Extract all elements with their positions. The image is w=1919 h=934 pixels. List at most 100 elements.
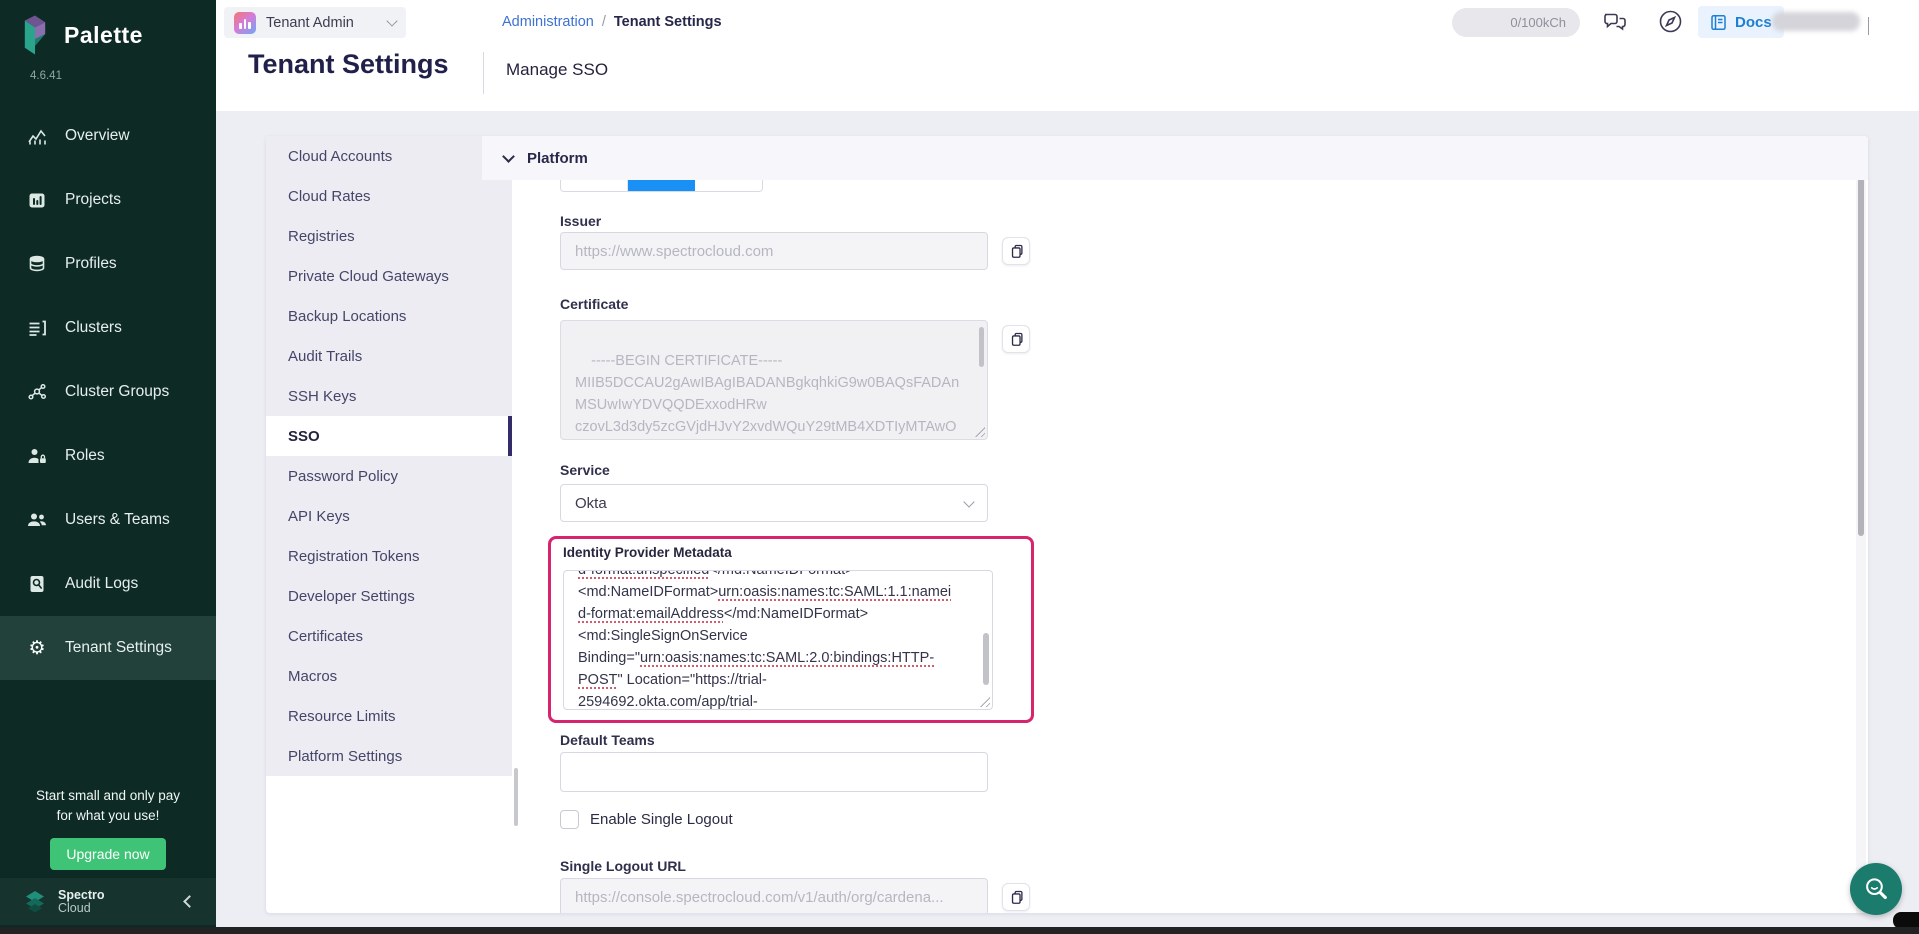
upgrade-promo: Start small and only pay for what you us… [0, 786, 216, 870]
settings-nav-platform-settings[interactable]: Platform Settings [266, 736, 512, 776]
settings-nav-ssh-keys[interactable]: SSH Keys [266, 376, 512, 416]
sidebar-item-tenant-settings[interactable]: ⚙ Tenant Settings [0, 616, 216, 680]
chart-line-icon [26, 126, 48, 146]
tenant-settings-panel: Infrastructure Cloud Accounts Cloud Rate… [266, 136, 1868, 913]
settings-nav-cloud-rates[interactable]: Cloud Rates [266, 176, 512, 216]
sidebar-item-label: Users & Teams [65, 511, 170, 529]
idp-metadata-text: d-format:unspecified</md:NameIDFormat><m… [578, 570, 972, 710]
audit-log-icon [26, 574, 48, 594]
sidebar-item-label: Profiles [65, 255, 117, 273]
sidebar-item-label: Roles [65, 447, 105, 465]
idp-metadata-scrollbar[interactable] [983, 633, 989, 685]
scope-selector[interactable]: Tenant Admin [224, 7, 406, 38]
layers-icon [26, 254, 48, 274]
user-name-redacted[interactable] [1772, 12, 1860, 31]
sidebar-item-users-teams[interactable]: Users & Teams [0, 488, 216, 552]
user-menu-chevron-icon[interactable] [1868, 17, 1869, 35]
copy-icon [1009, 890, 1024, 905]
sidebar-item-roles[interactable]: Roles [0, 424, 216, 488]
app-version: 4.6.41 [0, 56, 216, 82]
breadcrumb-administration[interactable]: Administration [502, 14, 594, 30]
spectro-cloud-brand: Spectro Cloud [58, 889, 175, 915]
sidebar-item-clusters[interactable]: Clusters [0, 296, 216, 360]
settings-nav-certificates[interactable]: Certificates [266, 616, 512, 656]
settings-nav-api-keys[interactable]: API Keys [266, 496, 512, 536]
idp-metadata-highlight-box: Identity Provider Metadata d-format:unsp… [548, 536, 1034, 723]
single-logout-url-label: Single Logout URL [560, 858, 686, 874]
docs-label: Docs [1735, 14, 1772, 31]
collapse-sidebar-icon[interactable] [183, 895, 196, 908]
sidebar-item-label: Cluster Groups [65, 383, 169, 401]
chat-icon[interactable] [1602, 10, 1628, 39]
search-assistant-button[interactable] [1850, 863, 1902, 915]
breadcrumb-separator: / [602, 14, 606, 30]
settings-nav-developer-settings[interactable]: Developer Settings [266, 576, 512, 616]
settings-nav-scrollbar[interactable] [514, 768, 518, 826]
breadcrumb-current: Tenant Settings [614, 14, 722, 30]
service-select[interactable]: Okta [560, 484, 988, 522]
upgrade-now-button[interactable]: Upgrade now [50, 838, 165, 870]
copy-issuer-button[interactable] [1002, 237, 1030, 265]
settings-nav-resource-limits[interactable]: Resource Limits [266, 696, 512, 736]
copy-icon [1009, 332, 1024, 347]
issuer-input[interactable] [560, 232, 988, 270]
sidebar-item-label: Tenant Settings [65, 639, 172, 657]
settings-nav-sso[interactable]: SSO [266, 416, 512, 456]
settings-nav-private-cloud-gateways[interactable]: Private Cloud Gateways [266, 256, 512, 296]
chevron-down-icon [386, 15, 397, 26]
gear-icon: ⚙ [26, 639, 48, 658]
copy-icon [1009, 244, 1024, 259]
sidebar-item-label: Overview [65, 127, 130, 145]
breadcrumb: Administration / Tenant Settings [502, 0, 722, 44]
sidebar-item-profiles[interactable]: Profiles [0, 232, 216, 296]
tenant-admin-icon [234, 12, 256, 34]
settings-nav-registries[interactable]: Registries [266, 216, 512, 256]
sidebar-item-projects[interactable]: Projects [0, 168, 216, 232]
resize-handle-icon[interactable] [980, 697, 990, 707]
sidebar-item-audit-logs[interactable]: Audit Logs [0, 552, 216, 616]
promo-line-2: for what you use! [0, 806, 216, 826]
sidebar-item-overview[interactable]: Overview [0, 104, 216, 168]
settings-nav-platform[interactable]: Platform [482, 136, 1868, 180]
settings-nav-cloud-accounts[interactable]: Cloud Accounts [266, 136, 512, 176]
settings-nav-audit-trails[interactable]: Audit Trails [266, 336, 512, 376]
sidebar-item-label: Projects [65, 191, 121, 209]
spectro-cloud-logo-icon [22, 889, 48, 915]
issuer-label: Issuer [560, 213, 601, 229]
enable-single-logout-checkbox[interactable] [560, 810, 579, 829]
title-divider [483, 52, 484, 94]
chevron-down-icon [502, 150, 515, 163]
certificate-textarea[interactable]: -----BEGIN CERTIFICATE----- MIIB5DCCAU2g… [560, 320, 988, 440]
idp-metadata-textarea[interactable]: d-format:unspecified</md:NameIDFormat><m… [563, 570, 993, 710]
scope-selector-value: Tenant Admin [266, 15, 378, 31]
top-header: Tenant Admin Administration / Tenant Set… [216, 0, 1919, 111]
sidebar-item-cluster-groups[interactable]: Cluster Groups [0, 360, 216, 424]
settings-nav-backup-locations[interactable]: Backup Locations [266, 296, 512, 336]
copy-certificate-button[interactable] [1002, 325, 1030, 353]
settings-nav-password-policy[interactable]: Password Policy [266, 456, 512, 496]
default-teams-label: Default Teams [560, 732, 655, 748]
promo-line-1: Start small and only pay [0, 786, 216, 806]
panel-scrollbar-thumb[interactable] [1858, 178, 1864, 536]
users-icon [26, 510, 48, 530]
certificate-scrollbar[interactable] [979, 327, 984, 367]
copy-single-logout-url-button[interactable] [1002, 883, 1030, 911]
bar-chart-icon [26, 190, 48, 210]
resize-handle-icon[interactable] [975, 427, 985, 437]
app-logo: Palette [0, 0, 216, 56]
settings-nav: Infrastructure Cloud Accounts Cloud Rate… [266, 136, 512, 913]
certificate-label: Certificate [560, 296, 628, 312]
sidebar-footer: Spectro Cloud [0, 878, 216, 925]
user-lock-icon [26, 446, 48, 466]
settings-nav-registration-tokens[interactable]: Registration Tokens [266, 536, 512, 576]
docs-button[interactable]: Docs [1698, 6, 1784, 38]
single-logout-url-input[interactable] [560, 878, 988, 913]
usage-quota-pill: 0/100kCh [1452, 8, 1580, 37]
tab-manage-sso[interactable]: Manage SSO [506, 60, 608, 80]
compass-help-icon[interactable] [1658, 9, 1683, 39]
bottom-strip [0, 927, 1919, 934]
settings-nav-macros[interactable]: Macros [266, 656, 512, 696]
primary-sidebar: Palette 4.6.41 Overview Projects Profile… [0, 0, 216, 934]
sidebar-item-label: Clusters [65, 319, 122, 337]
default-teams-input[interactable] [560, 752, 988, 792]
